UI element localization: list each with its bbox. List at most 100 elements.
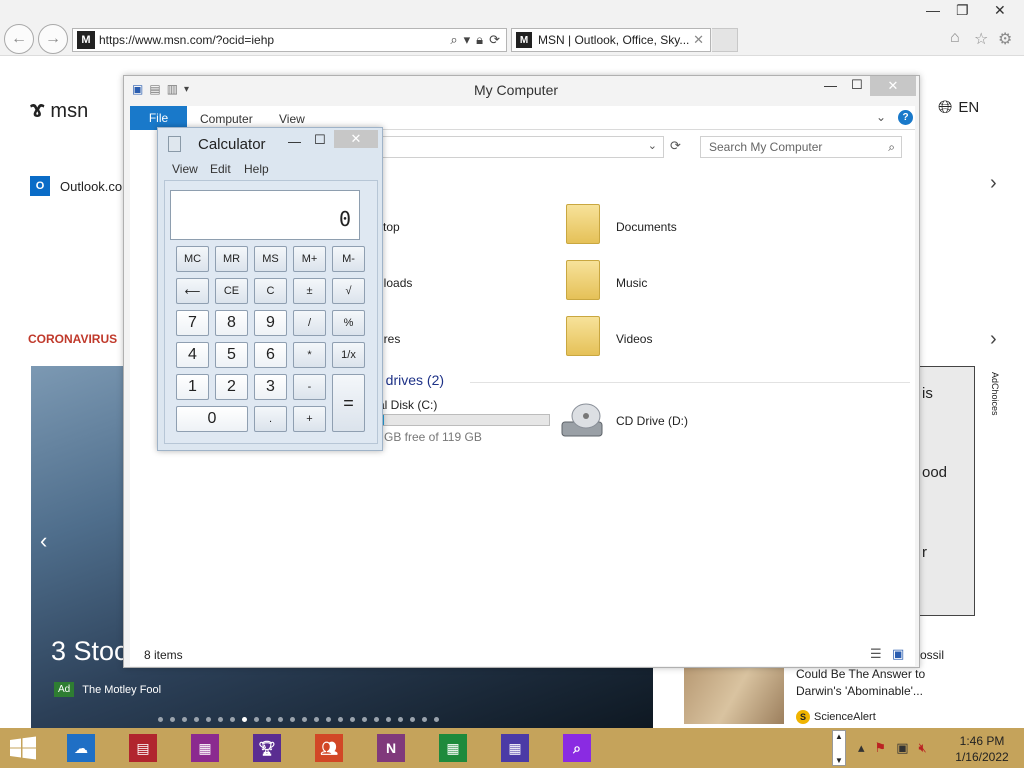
- news-headline-fragment[interactable]: ossil: [920, 648, 944, 662]
- local-disk-label[interactable]: al Disk (C:): [378, 398, 437, 412]
- outlook-link[interactable]: O Outlook.co: [30, 176, 122, 196]
- carousel-dot[interactable]: [362, 717, 367, 722]
- taskbar-scroll[interactable]: ▲ ▼: [832, 730, 846, 766]
- show-hidden-icons[interactable]: ▴: [858, 740, 865, 756]
- calc-key-n3[interactable]: 3: [254, 374, 287, 400]
- folder-documents[interactable]: Documents: [616, 220, 677, 234]
- news-source[interactable]: S ScienceAlert: [796, 710, 876, 724]
- carousel-dots[interactable]: [158, 711, 446, 725]
- coronavirus-link[interactable]: CORONAVIRUS: [28, 332, 117, 346]
- hero-ad-line[interactable]: Ad The Motley Fool: [54, 682, 161, 697]
- calc-key-n9[interactable]: 9: [254, 310, 287, 336]
- calc-key-add[interactable]: +: [293, 406, 326, 432]
- search-icon[interactable]: ⌕: [888, 140, 895, 155]
- taskbar-maps[interactable]: ▦: [178, 730, 232, 766]
- back-button[interactable]: ←: [4, 24, 34, 54]
- carousel-dot[interactable]: [158, 717, 163, 722]
- calc-key-mr[interactable]: MR: [215, 246, 248, 272]
- carousel-dot[interactable]: [326, 717, 331, 722]
- carousel-dot[interactable]: [242, 717, 247, 722]
- calc-key-mul[interactable]: *: [293, 342, 326, 368]
- properties-icon[interactable]: ▤: [149, 82, 160, 96]
- taskbar-onedrive[interactable]: ☁: [54, 730, 108, 766]
- chevron-right-icon[interactable]: ›: [990, 328, 997, 351]
- details-view-icon[interactable]: ☰: [870, 646, 882, 662]
- calc-key-n5[interactable]: 5: [215, 342, 248, 368]
- news-thumbnail[interactable]: [684, 668, 784, 724]
- carousel-dot[interactable]: [278, 717, 283, 722]
- calc-key-sqrt[interactable]: √: [332, 278, 365, 304]
- folder-music[interactable]: Music: [616, 276, 647, 290]
- new-folder-icon[interactable]: ▥: [167, 82, 178, 96]
- calc-key-n1[interactable]: 1: [176, 374, 209, 400]
- close-tab-icon[interactable]: ✕: [693, 32, 704, 48]
- calc-key-dot[interactable]: .: [254, 406, 287, 432]
- close-icon[interactable]: ✕: [994, 2, 1006, 19]
- forward-button[interactable]: →: [38, 24, 68, 54]
- msn-logo[interactable]: ɤ msn: [30, 96, 88, 124]
- minimize-icon[interactable]: —: [288, 134, 301, 149]
- taskbar-sports[interactable]: 🏆︎: [240, 730, 294, 766]
- calc-key-sub[interactable]: -: [293, 374, 326, 400]
- start-button[interactable]: [8, 736, 38, 760]
- calc-key-pct[interactable]: %: [332, 310, 365, 336]
- calc-key-n6[interactable]: 6: [254, 342, 287, 368]
- settings-gear-icon[interactable]: ⚙: [998, 29, 1012, 49]
- carousel-dot[interactable]: [170, 717, 175, 722]
- calc-key-n8[interactable]: 8: [215, 310, 248, 336]
- carousel-dot[interactable]: [182, 717, 187, 722]
- calc-key-ms[interactable]: MS: [254, 246, 287, 272]
- menu-view[interactable]: View: [172, 162, 198, 176]
- carousel-dot[interactable]: [398, 717, 403, 722]
- chevron-left-icon[interactable]: ‹: [40, 528, 47, 554]
- refresh-icon[interactable]: ⟳: [489, 32, 500, 48]
- calc-key-mc[interactable]: MC: [176, 246, 209, 272]
- clock[interactable]: 1:46 PM 1/16/2022: [952, 733, 1012, 765]
- carousel-dot[interactable]: [374, 717, 379, 722]
- music-folder-icon[interactable]: [566, 260, 600, 300]
- carousel-dot[interactable]: [194, 717, 199, 722]
- news-headline[interactable]: Could Be The Answer to Darwin's 'Abomina…: [796, 666, 956, 700]
- drives-heading[interactable]: d drives (2): [374, 372, 444, 388]
- carousel-dot[interactable]: [434, 717, 439, 722]
- taskbar-onenote[interactable]: N: [364, 730, 418, 766]
- language-selector[interactable]: 🌐︎ EN: [938, 97, 979, 118]
- carousel-dot[interactable]: [410, 717, 415, 722]
- documents-folder-icon[interactable]: [566, 204, 600, 244]
- cd-drive-label[interactable]: CD Drive (D:): [616, 414, 688, 428]
- volume-muted-icon[interactable]: 🔇︎: [918, 740, 926, 756]
- calc-key-n7[interactable]: 7: [176, 310, 209, 336]
- taskbar-calendar[interactable]: ▦: [488, 730, 542, 766]
- carousel-dot[interactable]: [230, 717, 235, 722]
- carousel-dot[interactable]: [290, 717, 295, 722]
- calc-key-n0[interactable]: 0: [176, 406, 248, 432]
- action-center-flag-icon[interactable]: ⚑: [875, 740, 887, 756]
- close-button[interactable]: ✕: [334, 130, 378, 148]
- help-icon[interactable]: ?: [898, 110, 913, 125]
- search-icon[interactable]: ⌕: [450, 32, 457, 48]
- carousel-dot[interactable]: [338, 717, 343, 722]
- carousel-dot[interactable]: [266, 717, 271, 722]
- minimize-icon[interactable]: —: [824, 78, 837, 93]
- new-tab-button[interactable]: [712, 28, 738, 52]
- folder-videos[interactable]: Videos: [616, 332, 652, 346]
- ad-banner[interactable]: [918, 366, 975, 616]
- chevron-down-icon[interactable]: ⌄: [648, 139, 657, 152]
- lock-icon[interactable]: 🔒︎: [476, 32, 483, 48]
- carousel-dot[interactable]: [422, 717, 427, 722]
- calc-key-n2[interactable]: 2: [215, 374, 248, 400]
- adchoices-link[interactable]: AdChoices: [990, 372, 1000, 416]
- address-url[interactable]: https://www.msn.com/?ocid=iehp: [99, 33, 450, 47]
- carousel-dot[interactable]: [218, 717, 223, 722]
- carousel-dot[interactable]: [206, 717, 211, 722]
- carousel-dot[interactable]: [350, 717, 355, 722]
- chevron-down-icon[interactable]: ▾: [464, 32, 471, 48]
- close-button[interactable]: ✕: [870, 76, 916, 96]
- menu-help[interactable]: Help: [244, 162, 269, 176]
- calc-key-plusminus[interactable]: ±: [293, 278, 326, 304]
- taskbar-search[interactable]: ⌕: [550, 730, 604, 766]
- maximize-icon[interactable]: ☐: [314, 132, 326, 148]
- menu-edit[interactable]: Edit: [210, 162, 231, 176]
- calculator-window[interactable]: Calculator — ☐ ✕ View Edit Help 0 MC MR MS…: [157, 127, 383, 451]
- carousel-dot[interactable]: [314, 717, 319, 722]
